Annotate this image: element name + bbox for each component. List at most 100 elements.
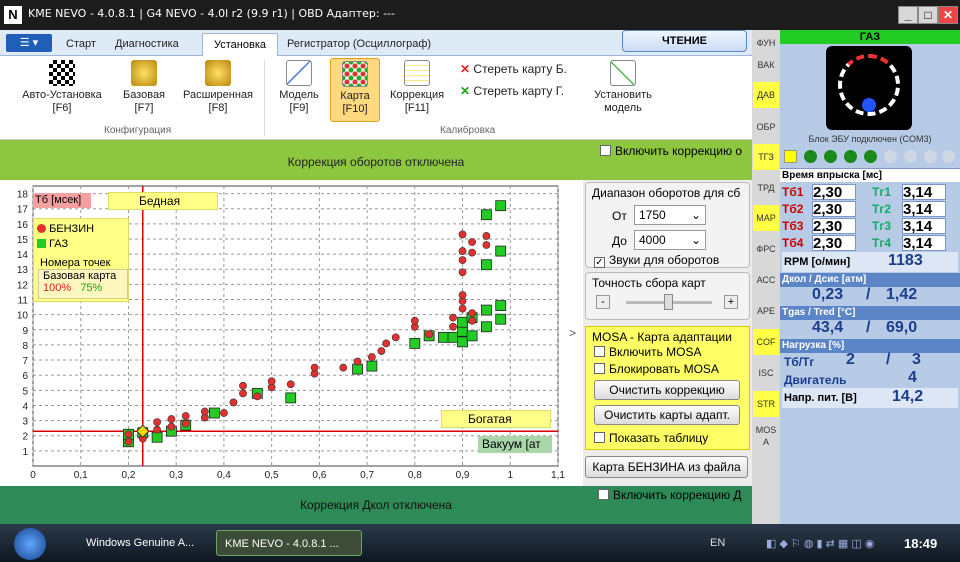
y-tick-label: 5 [22, 386, 28, 397]
title-bar: N KME NEVO - 4.0.8.1 | G4 NEVO - 4.0l r2… [0, 0, 960, 30]
tray-icons[interactable]: ◧ ◆ ⚐ ◍ ▮ ⇄ ▦ ◫ ◉ [766, 537, 874, 550]
tb3-value: 2,30 [812, 218, 856, 234]
minimize-icon[interactable]: _ [898, 6, 918, 24]
gas-point [466, 330, 478, 342]
checkbox-icon [600, 145, 611, 156]
petrol-point [468, 316, 476, 325]
sounds-checkbox[interactable]: ✓ Звуки для оборотов [594, 253, 719, 268]
green-x-icon: ✕ [460, 84, 471, 98]
taskbar-item-genuine-label: Windows Genuine A... [86, 537, 195, 549]
taskbar-item-kme-label: KME NEVO - 4.0.8.1 ... [225, 538, 339, 550]
gas-point [481, 209, 492, 221]
gas-point [409, 338, 421, 349]
app-menu-button[interactable]: ☰ ▾ [6, 34, 52, 52]
petrol-point [410, 316, 419, 325]
erase-petrol-button[interactable]: ✕ Стереть карту Б. [460, 62, 567, 76]
clear-adapt-button[interactable]: Очистить карты адапт. [594, 405, 740, 425]
petrol-point [377, 347, 386, 355]
language-indicator[interactable]: EN [710, 537, 725, 549]
y-tick-label: 13 [17, 265, 29, 276]
close-icon[interactable]: ✕ [938, 6, 958, 24]
tab-setup[interactable]: Установка [202, 33, 278, 57]
vtab-obr[interactable]: ОБР [753, 114, 779, 140]
x-tick-label: 0,4 [217, 470, 231, 481]
vtab-are[interactable]: АРЕ [753, 298, 779, 324]
minus-button[interactable]: - [596, 295, 610, 309]
accuracy-slider-thumb[interactable] [664, 294, 673, 310]
vtab-str[interactable]: STR [753, 391, 779, 417]
tbtg-label: Тб/Тг [784, 355, 815, 369]
vtab-ass[interactable]: АСС [753, 267, 779, 293]
petrol-point [239, 381, 247, 390]
checkered-flag-icon [49, 60, 75, 86]
advanced-button[interactable]: Расширенная [F8] [176, 60, 260, 115]
plus-button[interactable]: + [724, 295, 738, 309]
mosa-enable-label: Включить MOSA [609, 345, 702, 359]
erase-petrol-label: Стереть карту Б. [473, 62, 567, 76]
led-off-icon [904, 150, 917, 163]
show-table-checkbox[interactable]: Показать таблицу [594, 431, 708, 445]
base-map-label: Базовая карта [43, 270, 117, 282]
set-model-button[interactable]: Установить модель [586, 60, 660, 115]
collapse-arrow-icon[interactable]: > [569, 326, 576, 340]
clock: 18:49 [904, 536, 938, 551]
vtab-trd[interactable]: ТРД [753, 175, 779, 201]
start-orb-icon[interactable] [14, 528, 46, 560]
auto-setup-button[interactable]: Авто-Установка [F6] [14, 60, 110, 115]
pcol-correction-checkbox[interactable]: Включить коррекцию Д [598, 488, 742, 502]
y-tick-label: 2 [22, 432, 28, 443]
app-icon: N [4, 6, 22, 24]
vtab-frs[interactable]: ФРС [753, 236, 779, 262]
tab-recorder[interactable]: Регистратор (Осциллограф) [287, 38, 431, 50]
load-tg-value: 3 [912, 351, 921, 368]
petrol-point [482, 241, 491, 249]
pcol-correction-checkbox-label: Включить коррекцию Д [613, 488, 742, 502]
petrol-point [449, 322, 457, 331]
map-button[interactable]: Карта [F10] [330, 58, 380, 122]
basic-button[interactable]: Базовая [F7] [116, 60, 172, 115]
mosa-block-checkbox[interactable]: Блокировать MOSA [594, 362, 719, 376]
gas-point [495, 300, 507, 311]
gas-point [151, 431, 163, 443]
vtab-mar[interactable]: МАР [753, 205, 779, 231]
x-tick-label: 1,1 [551, 470, 565, 481]
tb2-label: Тб2 [782, 202, 804, 216]
y-tick-label: 12 [17, 280, 29, 291]
mosa-enable-checkbox[interactable]: Включить MOSA [594, 345, 702, 359]
pressure-header: Дкол / Дсис [атм] [780, 273, 960, 287]
correction-button[interactable]: Коррекция [F11] [384, 60, 450, 115]
vtab-vak[interactable]: ВАК [753, 52, 779, 78]
rpm-correction-banner: Коррекция оборотов отключена Включить ко… [0, 140, 752, 180]
erase-gas-button[interactable]: ✕ Стереть карту Г. [460, 84, 564, 98]
rpm-correction-checkbox[interactable]: Включить коррекцию о [600, 144, 742, 158]
vtab-dav[interactable]: ДАВ [753, 82, 779, 108]
to-select[interactable]: 4000 ⌄ [634, 230, 706, 250]
map-scatter-icon [342, 61, 368, 87]
vtab-mosa[interactable]: MOS А [753, 422, 779, 448]
model-key: [F9] [289, 102, 309, 114]
petrol-point [181, 412, 190, 420]
maximize-icon[interactable]: □ [918, 6, 938, 24]
led-on-icon [824, 150, 837, 163]
tab-start[interactable]: Старт [66, 38, 96, 50]
model-button[interactable]: Модель [F9] [272, 60, 326, 115]
read-button[interactable]: ЧТЕНИЕ [622, 30, 747, 52]
legend-benz-label: БЕНЗИН [49, 223, 95, 235]
tab-diagnostics[interactable]: Диагностика [115, 38, 179, 50]
green-square-icon [37, 239, 46, 248]
petrol-point [167, 415, 176, 423]
vtab-tgz[interactable]: ТГЗ [753, 144, 779, 170]
gas-point [352, 363, 363, 375]
vtab-cof[interactable]: COF [753, 329, 779, 355]
load-tb-value: 2 [846, 351, 855, 368]
petrol-map-file-button[interactable]: Карта БЕНЗИНА из файла [585, 456, 748, 478]
legend-box: БЕНЗИН ГАЗ Номера точек Базовая карта 10… [33, 218, 129, 302]
taskbar-item-genuine[interactable]: Windows Genuine A... [78, 530, 210, 556]
taskbar-item-kme[interactable]: KME NEVO - 4.0.8.1 ... [216, 530, 362, 556]
clear-correction-button[interactable]: Очистить коррекцию [594, 380, 740, 400]
from-select[interactable]: 1750 ⌄ [634, 205, 706, 225]
vtab-isc[interactable]: ISC [753, 360, 779, 386]
y-tick-label: 11 [18, 296, 29, 307]
tg2-value: 3,14 [902, 201, 946, 217]
tb1-value: 2,30 [812, 184, 856, 200]
